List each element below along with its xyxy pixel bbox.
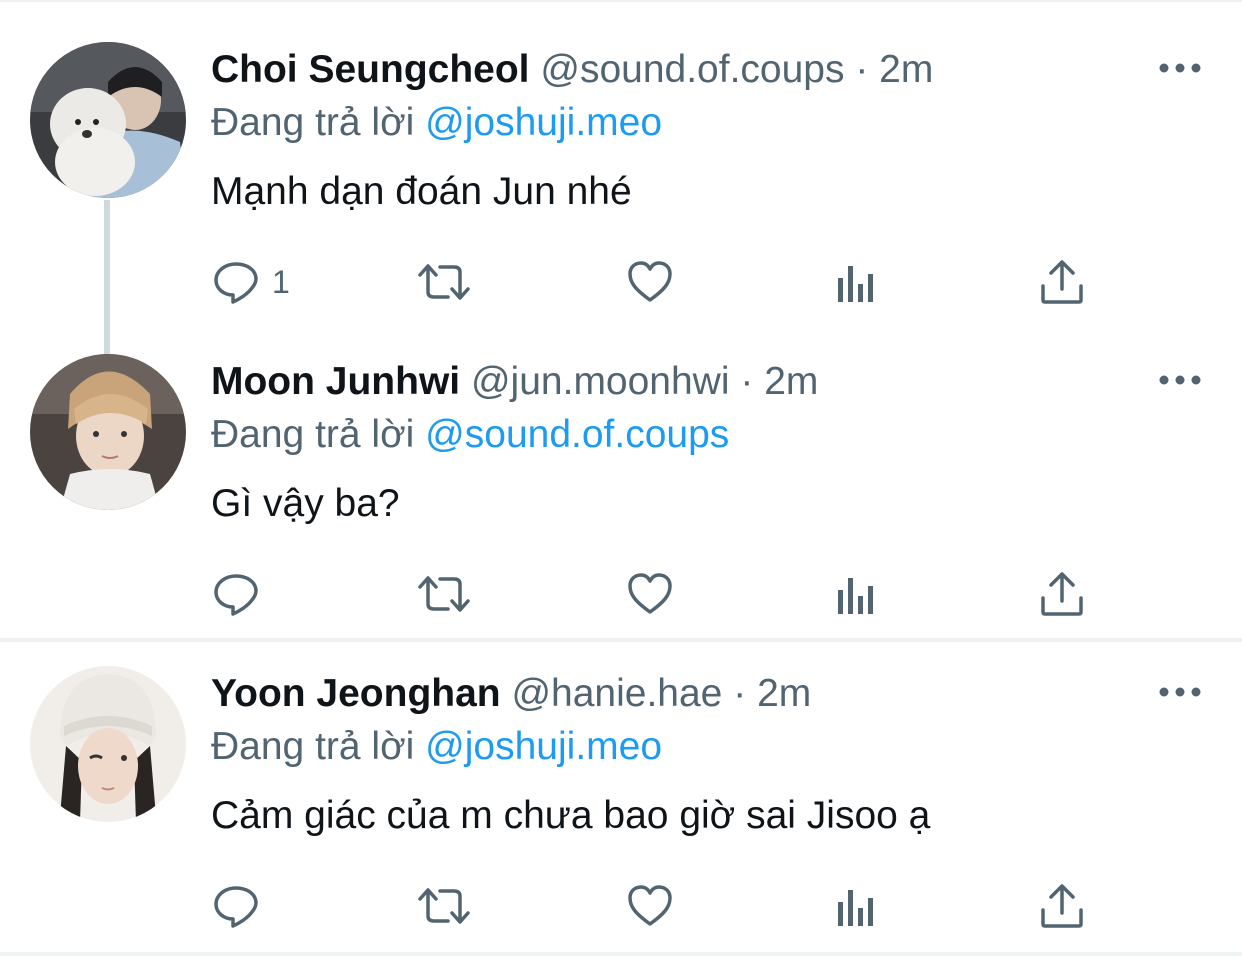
reply-button[interactable] — [212, 878, 272, 934]
like-button[interactable] — [626, 878, 674, 934]
tweet-header: Moon Junhwi @jun.moonhwi · 2m — [211, 356, 818, 408]
tweet-2[interactable]: Moon Junhwi @jun.moonhwi · 2m Đang trả l… — [0, 312, 1242, 638]
action-bar — [212, 878, 1092, 934]
user-handle[interactable]: @jun.moonhwi — [471, 360, 730, 403]
reply-button[interactable] — [212, 566, 272, 622]
mention-link[interactable]: @joshuji.meo — [425, 725, 662, 768]
share-icon — [1038, 882, 1086, 930]
avatar[interactable] — [30, 354, 186, 510]
separator-dot: · — [733, 672, 747, 715]
retweet-icon — [416, 258, 472, 306]
tweet-text: Cảm giác của m chưa bao giờ sai Jisoo ạ — [211, 794, 931, 837]
tweet-text: Mạnh dạn đoán Jun nhé — [211, 170, 632, 213]
reply-icon — [212, 570, 260, 618]
replying-to: Đang trả lời @joshuji.meo — [211, 721, 662, 773]
reply-icon — [212, 882, 260, 930]
reply-count: 1 — [272, 263, 290, 300]
analytics-icon — [834, 882, 878, 930]
like-icon — [626, 258, 674, 306]
share-button[interactable] — [1038, 566, 1086, 622]
replying-to: Đang trả lời @sound.of.coups — [211, 409, 729, 461]
retweet-button[interactable] — [416, 566, 472, 622]
replying-prefix: Đang trả lời — [211, 101, 415, 144]
like-button[interactable] — [626, 254, 674, 310]
mention-link[interactable]: @joshuji.meo — [425, 101, 662, 144]
share-icon — [1038, 258, 1086, 306]
timestamp[interactable]: 2m — [764, 360, 818, 403]
retweet-button[interactable] — [416, 254, 472, 310]
more-icon[interactable] — [1158, 682, 1202, 702]
display-name[interactable]: Yoon Jeonghan — [211, 672, 501, 715]
analytics-button[interactable] — [834, 878, 878, 934]
tweet-header: Yoon Jeonghan @hanie.hae · 2m — [211, 668, 811, 720]
replying-to: Đang trả lời @joshuji.meo — [211, 97, 662, 149]
more-icon[interactable] — [1158, 370, 1202, 390]
separator-dot: · — [855, 48, 869, 91]
share-button[interactable] — [1038, 254, 1086, 310]
like-icon — [626, 570, 674, 618]
replying-prefix: Đang trả lời — [211, 725, 415, 768]
analytics-icon — [834, 258, 878, 306]
timestamp[interactable]: 2m — [879, 48, 933, 91]
action-bar — [212, 566, 1092, 622]
analytics-icon — [834, 570, 878, 618]
share-button[interactable] — [1038, 878, 1086, 934]
user-handle[interactable]: @sound.of.coups — [540, 48, 844, 91]
analytics-button[interactable] — [834, 254, 878, 310]
like-button[interactable] — [626, 566, 674, 622]
separator-dot: · — [740, 360, 754, 403]
avatar[interactable] — [30, 42, 186, 198]
retweet-button[interactable] — [416, 878, 472, 934]
replying-prefix: Đang trả lời — [211, 413, 415, 456]
reply-button[interactable]: 1 — [212, 254, 290, 310]
reply-icon — [212, 258, 260, 306]
share-icon — [1038, 570, 1086, 618]
mention-link[interactable]: @sound.of.coups — [425, 413, 729, 456]
timestamp[interactable]: 2m — [757, 672, 811, 715]
display-name[interactable]: Moon Junhwi — [211, 360, 460, 403]
avatar[interactable] — [30, 666, 186, 822]
tweet-divider — [0, 952, 1242, 956]
retweet-icon — [416, 882, 472, 930]
tweet-text: Gì vậy ba? — [211, 482, 400, 525]
like-icon — [626, 882, 674, 930]
display-name[interactable]: Choi Seungcheol — [211, 48, 530, 91]
user-handle[interactable]: @hanie.hae — [511, 672, 722, 715]
tweet-3[interactable]: Yoon Jeonghan @hanie.hae · 2m Đang trả l… — [0, 624, 1242, 950]
tweet-1[interactable]: Choi Seungcheol @sound.of.coups · 2m Đan… — [0, 0, 1242, 356]
analytics-button[interactable] — [834, 566, 878, 622]
tweet-header: Choi Seungcheol @sound.of.coups · 2m — [211, 44, 933, 96]
retweet-icon — [416, 570, 472, 618]
action-bar: 1 — [212, 254, 1092, 310]
more-icon[interactable] — [1158, 58, 1202, 78]
